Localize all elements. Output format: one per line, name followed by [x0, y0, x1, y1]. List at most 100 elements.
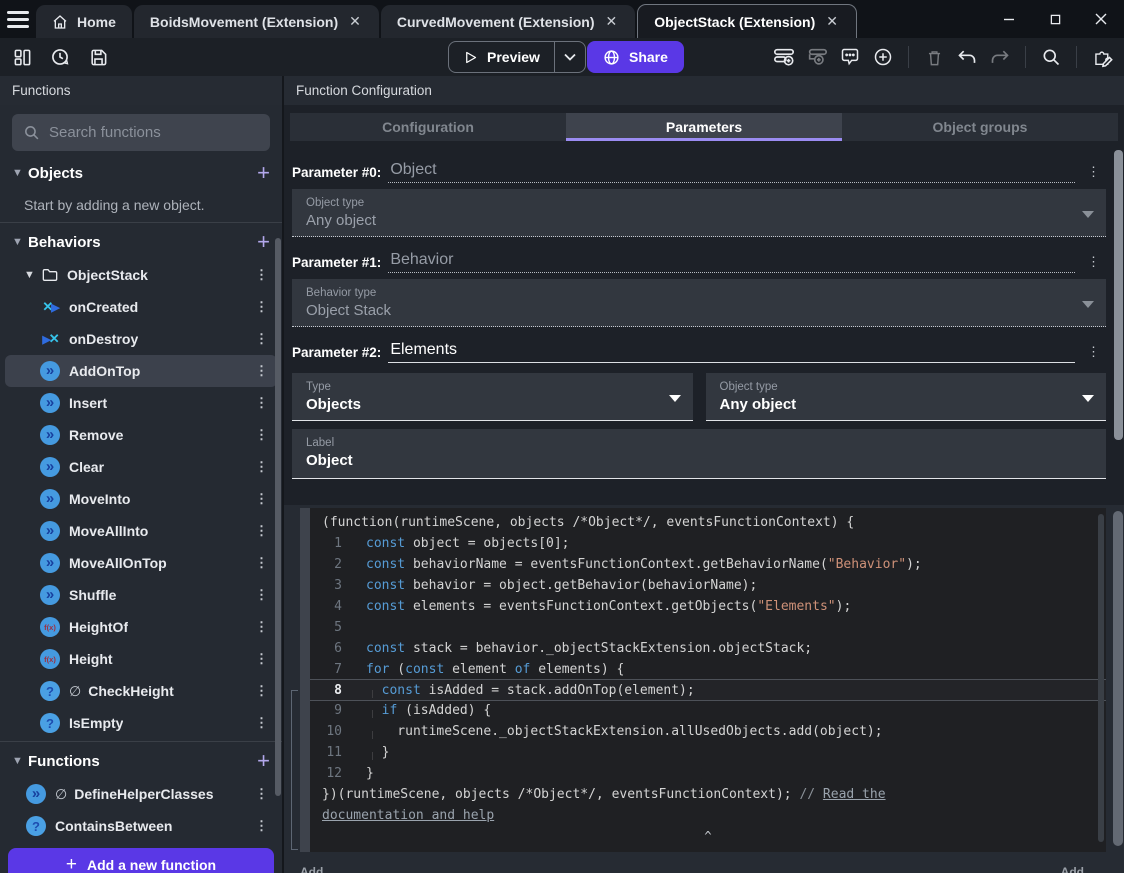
parameter-1-menu-button[interactable]: ⋮	[1075, 254, 1106, 273]
item-menu-button[interactable]: ⋮	[251, 299, 272, 315]
parameter-2-name-input[interactable]: Elements	[388, 341, 1075, 363]
lifecycle-destroy-icon: ▶ ✕	[42, 331, 59, 346]
tab-parameters[interactable]: Parameters	[566, 113, 842, 141]
parameter-0-name-input[interactable]: Object	[388, 161, 1075, 183]
preview-options-button[interactable]	[555, 42, 585, 72]
tab-curvedmovement[interactable]: CurvedMovement (Extension) ✕	[380, 5, 636, 38]
sidebar-item-remove[interactable]: » Remove ⋮	[0, 419, 282, 451]
undo-icon[interactable]	[955, 45, 979, 69]
functions-sidebar: Functions ▼ Objects + Start by adding a …	[0, 76, 282, 873]
add-circle-icon[interactable]	[871, 45, 895, 69]
project-manager-icon[interactable]	[10, 45, 34, 69]
search-functions-input[interactable]	[49, 124, 259, 141]
sidebar-item-moveinto[interactable]: » MoveInto ⋮	[0, 483, 282, 515]
item-menu-button[interactable]: ⋮	[251, 683, 272, 699]
preview-button[interactable]: Preview	[449, 42, 554, 72]
item-menu-button[interactable]: ⋮	[251, 619, 272, 635]
parameter-2-label-input[interactable]: Label Object	[292, 429, 1106, 479]
add-subevent-icon[interactable]	[805, 45, 829, 69]
tab-boidsmovement[interactable]: BoidsMovement (Extension) ✕	[133, 5, 379, 38]
parameters-scrollbar[interactable]	[1114, 150, 1123, 440]
tab-configuration[interactable]: Configuration	[290, 113, 566, 141]
sidebar-item-checkheight[interactable]: ? ∅ CheckHeight ⋮	[0, 675, 282, 707]
maximize-button[interactable]	[1032, 0, 1078, 38]
close-tab-icon[interactable]: ✕	[347, 13, 363, 30]
sidebar-item-moveallontop[interactable]: » MoveAllOnTop ⋮	[0, 547, 282, 579]
parameter-1-behavior-type-dropdown[interactable]: Behavior type Object Stack	[292, 279, 1106, 327]
objects-section-header[interactable]: ▼ Objects +	[0, 156, 282, 190]
item-menu-button[interactable]: ⋮	[251, 523, 272, 539]
item-menu-button[interactable]: ⋮	[251, 555, 272, 571]
item-menu-button[interactable]: ⋮	[251, 786, 272, 802]
close-tab-icon[interactable]: ✕	[603, 13, 619, 30]
condition-icon: ?	[40, 713, 60, 733]
behaviors-section-header[interactable]: ▼ Behaviors +	[0, 225, 282, 259]
item-menu-button[interactable]: ⋮	[251, 427, 272, 443]
edit-extension-icon[interactable]	[1090, 45, 1114, 69]
add-new-function-button[interactable]: + Add a new function	[8, 848, 274, 873]
events-scrollbar[interactable]	[1113, 511, 1123, 846]
add-comment-icon[interactable]	[838, 45, 862, 69]
js-code-editor[interactable]: (function(runtimeScene, objects /*Object…	[310, 508, 1106, 852]
sidebar-item-oncreated[interactable]: ✕ ▶ onCreated ⋮	[0, 291, 282, 323]
search-functions-box[interactable]	[12, 114, 270, 151]
close-tab-icon[interactable]: ✕	[824, 13, 840, 30]
sidebar-scrollbar[interactable]	[275, 238, 281, 796]
item-menu-button[interactable]: ⋮	[251, 395, 272, 411]
code-wrapper-footer: })(runtimeScene, objects /*Object*/, eve…	[322, 787, 886, 823]
item-menu-button[interactable]: ⋮	[251, 651, 272, 667]
action-icon: »	[40, 425, 60, 445]
parameter-2-object-type-dropdown[interactable]: Object type Any object	[705, 373, 1106, 421]
parameter-2-menu-button[interactable]: ⋮	[1075, 344, 1106, 363]
hamburger-menu-icon[interactable]	[0, 0, 36, 38]
main-panel-title: Function Configuration	[284, 76, 1124, 105]
parameter-2-type-dropdown[interactable]: Type Objects	[292, 373, 693, 421]
item-menu-button[interactable]: ⋮	[251, 587, 272, 603]
collapse-caret[interactable]: ^	[310, 826, 1106, 846]
save-icon[interactable]	[86, 45, 110, 69]
add-function-plus-button[interactable]: +	[257, 750, 270, 772]
parameter-1-name-input[interactable]: Behavior	[388, 251, 1075, 273]
item-menu-button[interactable]: ⋮	[251, 715, 272, 731]
search-icon[interactable]	[1039, 45, 1063, 69]
behavior-group-objectstack[interactable]: ▼ ObjectStack ⋮	[0, 259, 282, 291]
history-icon[interactable]	[48, 45, 72, 69]
add-event-icon[interactable]	[772, 45, 796, 69]
sidebar-item-ondestroy[interactable]: ▶ ✕ onDestroy ⋮	[0, 323, 282, 355]
item-menu-button[interactable]: ⋮	[251, 459, 272, 475]
share-button[interactable]: Share	[587, 41, 684, 73]
add-object-button[interactable]: +	[257, 162, 270, 184]
parameter-0-object-type-dropdown[interactable]: Object type Any object	[292, 189, 1106, 237]
add-button-partial[interactable]: Add	[300, 865, 323, 873]
sidebar-item-clear[interactable]: » Clear ⋮	[0, 451, 282, 483]
item-label: HeightOf	[69, 619, 129, 635]
sidebar-item-shuffle[interactable]: » Shuffle ⋮	[0, 579, 282, 611]
sidebar-item-isempty[interactable]: ? IsEmpty ⋮	[0, 707, 282, 739]
parameter-0-menu-button[interactable]: ⋮	[1075, 164, 1106, 183]
group-menu-button[interactable]: ⋮	[251, 267, 272, 283]
item-menu-button[interactable]: ⋮	[251, 818, 272, 834]
sidebar-item-definehelperclasses[interactable]: » ∅ DefineHelperClasses ⋮	[0, 778, 282, 810]
add-behavior-button[interactable]: +	[257, 231, 270, 253]
minimize-button[interactable]	[986, 0, 1032, 38]
item-menu-button[interactable]: ⋮	[251, 491, 272, 507]
sidebar-item-moveallinto[interactable]: » MoveAllInto ⋮	[0, 515, 282, 547]
sidebar-item-height[interactable]: f(x) Height ⋮	[0, 643, 282, 675]
tab-objectstack[interactable]: ObjectStack (Extension) ✕	[637, 4, 857, 38]
functions-section-header[interactable]: ▼ Functions +	[0, 744, 282, 778]
sidebar-item-containsbetween[interactable]: ? ContainsBetween ⋮	[0, 810, 282, 842]
redo-icon[interactable]	[988, 45, 1012, 69]
event-drag-handle[interactable]	[300, 508, 310, 852]
item-menu-button[interactable]: ⋮	[251, 331, 272, 347]
tab-object-groups[interactable]: Object groups	[842, 113, 1118, 141]
delete-icon[interactable]	[922, 45, 946, 69]
sidebar-item-heightof[interactable]: f(x) HeightOf ⋮	[0, 611, 282, 643]
sidebar-item-insert[interactable]: » Insert ⋮	[0, 387, 282, 419]
sidebar-item-addontop[interactable]: » AddOnTop ⋮	[5, 355, 277, 387]
add-button-partial[interactable]: Add	[1061, 865, 1084, 873]
item-menu-button[interactable]: ⋮	[251, 363, 272, 379]
close-window-button[interactable]	[1078, 0, 1124, 38]
documentation-link[interactable]: documentation and help	[322, 808, 494, 823]
tab-home[interactable]: Home	[36, 5, 132, 38]
editor-scrollbar[interactable]	[1098, 514, 1104, 842]
